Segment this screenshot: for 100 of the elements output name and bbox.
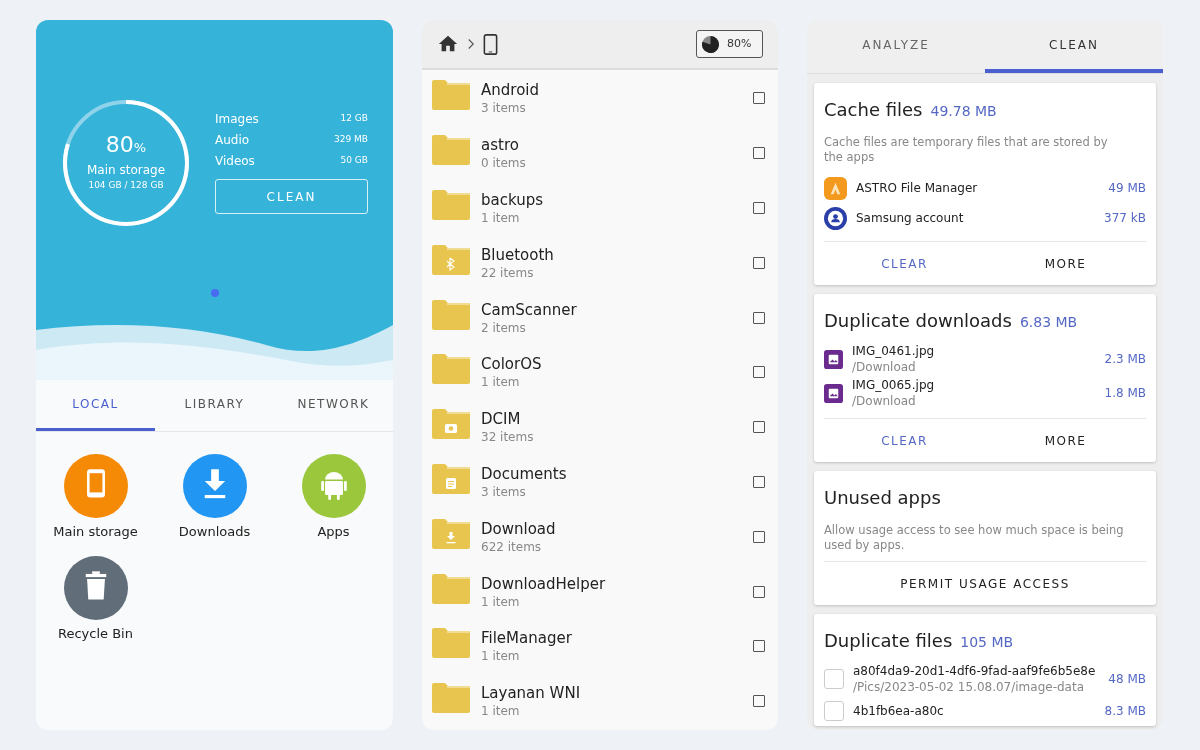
checkbox[interactable] (753, 640, 765, 653)
item-name: IMG_0461.jpg (852, 343, 936, 359)
image-icon (824, 383, 843, 403)
percent-sign: % (133, 139, 147, 157)
folder-name: Bluetooth (481, 244, 555, 265)
folder-name: ColorOS (481, 354, 543, 375)
folder-name: DownloadHelper (481, 573, 607, 594)
item-count: 2 items (481, 319, 527, 336)
item-count: 22 items (481, 264, 535, 281)
checkbox[interactable] (753, 256, 765, 269)
app-icon (824, 176, 847, 200)
item-count: 1 item (481, 648, 521, 665)
folder-name: Android (481, 80, 540, 101)
checkbox[interactable] (753, 585, 765, 598)
shortcut[interactable]: Recycle Bin (36, 555, 155, 643)
checkbox[interactable] (753, 421, 765, 434)
folder-row[interactable]: Documents 3 items (422, 454, 778, 510)
item-size: 8.3 MB (1104, 703, 1146, 720)
total-size: 105 MB (960, 633, 1014, 652)
folder-name: FileManager (481, 628, 573, 649)
action-button[interactable]: MORE (985, 242, 1146, 285)
item-size: 1.8 MB (1104, 385, 1146, 402)
tab[interactable]: LOCAL (36, 380, 155, 431)
item-count: 3 items (481, 100, 527, 117)
item-count: 622 items (481, 538, 543, 555)
shortcut[interactable]: Downloads (155, 454, 274, 542)
folder-name: CamScanner (481, 299, 578, 320)
folder-icon (431, 134, 471, 167)
checkbox[interactable] (753, 311, 765, 324)
shortcut[interactable]: Apps (274, 454, 393, 542)
folder-row[interactable]: ColorOS 1 item (422, 345, 778, 400)
item-count: 1 item (481, 593, 521, 610)
action-button[interactable]: CLEAR (824, 242, 985, 285)
document-folder-icon (431, 462, 471, 495)
camera-folder-icon (431, 408, 471, 441)
checkbox[interactable] (753, 366, 765, 379)
folder-row[interactable]: DCIM 32 items (422, 399, 778, 455)
folder-row[interactable]: FileManager 1 item (422, 618, 778, 674)
storage-label: Main storage (86, 162, 165, 179)
item-count: 1 item (481, 703, 521, 720)
folder-row[interactable]: Layanan WNI 1 item (422, 673, 778, 729)
folder-icon (431, 682, 471, 715)
checkbox[interactable] (753, 202, 765, 214)
card-description: Cache files are temporary files that are stored by the apps (824, 135, 1109, 165)
tab[interactable]: NETWORK (274, 380, 393, 431)
item-size: 2.3 MB (1104, 351, 1146, 368)
item-count: 0 items (481, 155, 527, 172)
item-path: /Download (852, 393, 917, 409)
shortcut[interactable]: Main storage (36, 454, 155, 542)
folder-row[interactable]: Android 3 items (422, 71, 778, 126)
card-title: Duplicate downloads (824, 309, 1012, 333)
checkbox[interactable] (753, 92, 765, 105)
folder-row[interactable]: backups 1 item (422, 180, 778, 236)
item-name: 4b1fb6ea-a80c (853, 703, 945, 719)
folder-name: Documents (481, 463, 568, 484)
folder-row[interactable]: DownloadHelper 1 item (422, 564, 778, 619)
storage-usage-badge[interactable]: 80% (696, 30, 763, 58)
checkbox[interactable] (753, 530, 765, 543)
category-name: Videos (215, 153, 255, 170)
action-button[interactable]: MORE (985, 419, 1146, 462)
card-title: Cache files (824, 98, 923, 122)
folder-name: astro (481, 135, 520, 156)
item-count: 3 items (481, 483, 527, 500)
phone-icon[interactable] (483, 33, 498, 55)
item-size: 377 kB (1104, 210, 1146, 227)
tab[interactable]: CLEAN (985, 20, 1163, 73)
checkbox[interactable] (753, 475, 765, 488)
item-name: a80f4da9-20d1-4df6-9fad-aaf9fe6b5e8e (853, 663, 1097, 679)
tab[interactable]: LIBRARY (155, 380, 274, 431)
card-title: Unused apps (824, 486, 941, 510)
folder-name: backups (481, 190, 545, 210)
card-description: Allow usage access to see how much space is being used by apps. (824, 523, 1125, 553)
checkbox[interactable] (753, 695, 765, 708)
category-name: Images (215, 111, 259, 128)
storage-usage: 104 GB / 128 GB (88, 179, 164, 192)
folder-row[interactable]: Download 622 items (422, 509, 778, 565)
item-count: 32 items (481, 429, 535, 446)
item-path: /Pics/2023-05-02 15.08.07/image-data (853, 679, 1085, 695)
category-size: 50 GB (340, 154, 368, 168)
action-button[interactable]: PERMIT USAGE ACCESS (824, 562, 1146, 605)
folder-row[interactable]: astro 0 items (422, 125, 778, 181)
folder-icon (431, 79, 471, 112)
image-icon (824, 349, 843, 369)
action-button[interactable]: CLEAR (824, 419, 985, 462)
item-size: 48 MB (1108, 671, 1146, 688)
category-name: Audio (215, 132, 250, 149)
total-size: 49.78 MB (930, 102, 997, 121)
chevron-icon (467, 38, 475, 50)
folder-row[interactable]: Bluetooth 22 items (422, 235, 778, 291)
total-size: 6.83 MB (1019, 313, 1078, 332)
item-count: 1 item (481, 374, 521, 391)
folder-name: Layanan WNI (481, 683, 582, 704)
folder-row[interactable]: CamScanner 2 items (422, 290, 778, 345)
checkbox[interactable] (753, 147, 765, 160)
item-name: IMG_0065.jpg (852, 377, 936, 393)
category-size: 12 GB (340, 112, 368, 126)
item-name: Samsung account (856, 210, 965, 226)
pie-icon (702, 35, 719, 53)
folder-name: Download (481, 518, 557, 539)
tab[interactable]: ANALYZE (807, 20, 985, 73)
